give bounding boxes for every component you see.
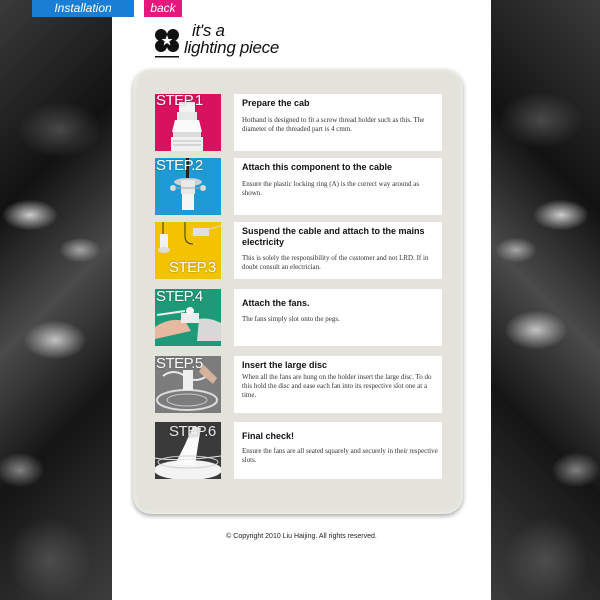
installation-nav-button[interactable]: Installation [32, 0, 134, 17]
step-2-description: Ensure the plastic locking ring (A) is t… [242, 180, 420, 197]
step-6-image: STEP.6 [155, 422, 221, 479]
tagline-line1: it's a [192, 21, 225, 40]
step-3-description: This is solely the responsibility of the… [242, 254, 429, 271]
step-5-image: STEP.5 [155, 356, 221, 413]
step-2-card: Attach this component to the cable Ensur… [234, 158, 442, 215]
step-5-title: Insert the large disc [242, 360, 328, 370]
step-6-description: Ensure the fans are all seated squarely … [242, 447, 438, 464]
step-5-description: When all the fans are hung on the holder… [242, 373, 432, 399]
step-4-title: Attach the fans. [242, 298, 310, 308]
step-4-image: STEP.4 [155, 289, 221, 346]
background-photo-left [0, 0, 112, 600]
step-1-label: STEP.1 [156, 94, 203, 109]
copyright-text: © Copyright 2010 Liu Haijing. All rights… [226, 533, 377, 540]
installation-steps-panel: STEP.1 Prepare the cab Hothand is design… [133, 69, 463, 514]
step-2: STEP.2 Attach this component to the cabl… [155, 158, 442, 215]
step-3-image: STEP.3 [155, 222, 221, 279]
step-4-label: STEP.4 [156, 289, 203, 305]
step-6-card: Final check! Ensure the fans are all sea… [234, 422, 442, 479]
step-3-card: Suspend the cable and attach to the main… [234, 222, 442, 279]
step-3: STEP.3 Suspend the cable and attach to t… [155, 222, 442, 279]
step-1-title: Prepare the cab [242, 98, 310, 108]
step-1-description: Hothand is designed to fit a screw threa… [242, 116, 425, 133]
brand-logo-icon [153, 26, 181, 60]
step-2-title: Attach this component to the cable [242, 162, 393, 172]
brand-tagline: it's a lighting piece [184, 22, 279, 56]
step-2-image: STEP.2 [155, 158, 221, 215]
tagline-line2: lighting piece [184, 38, 280, 57]
step-1: STEP.1 Prepare the cab Hothand is design… [155, 94, 442, 151]
step-2-label: STEP.2 [156, 158, 203, 174]
step-4-card: Attach the fans. The fans simply slot on… [234, 289, 442, 346]
step-1-card: Prepare the cab Hothand is designed to f… [234, 94, 442, 151]
step-5-card: Insert the large disc When all the fans … [234, 356, 442, 413]
step-6: STEP.6 Final check! Ensure the fans are … [155, 422, 442, 479]
step-4: STEP.4 Attach the fans. The fans simply … [155, 289, 442, 346]
back-nav-button[interactable]: back [144, 0, 182, 17]
step-5: STEP.5 Insert the large disc When all th… [155, 356, 442, 413]
step-6-label: STEP.6 [169, 423, 216, 440]
background-photo-right [491, 0, 600, 600]
step-3-title: Suspend the cable and attach to the main… [242, 226, 425, 247]
step-5-label: STEP.5 [156, 356, 203, 372]
step-3-label: STEP.3 [169, 259, 216, 276]
step-1-image: STEP.1 [155, 94, 221, 151]
step-6-title: Final check! [242, 431, 295, 441]
step-4-description: The fans simply slot onto the pegs. [242, 315, 340, 323]
